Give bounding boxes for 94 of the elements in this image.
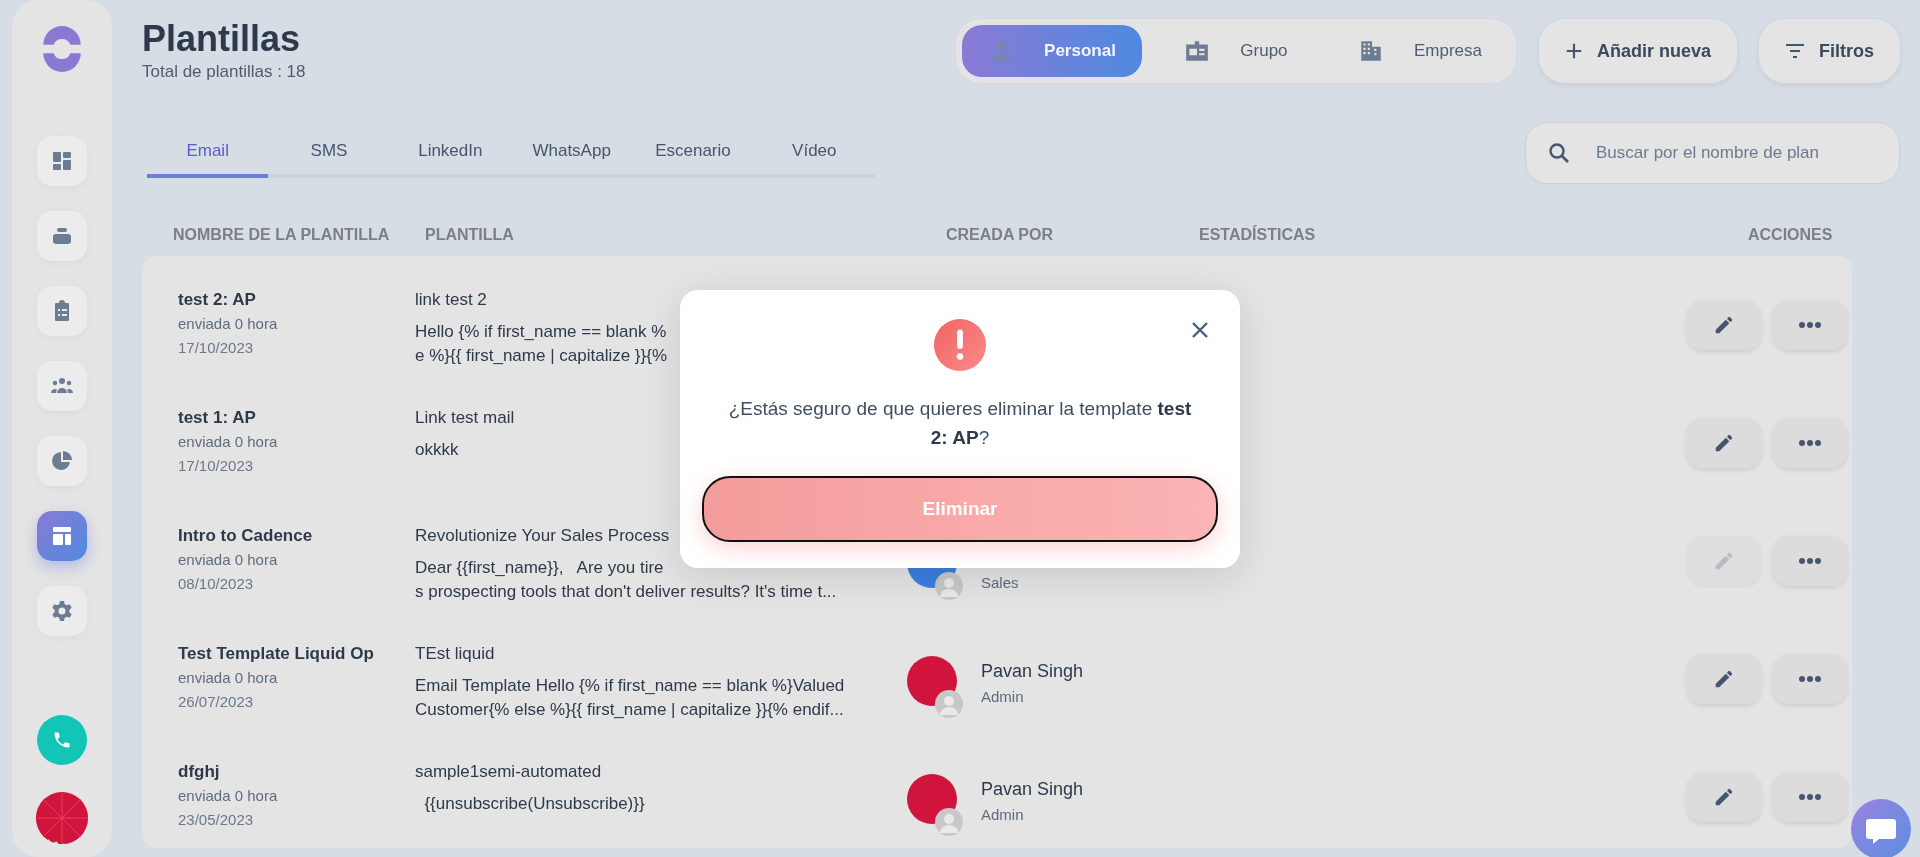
more-button[interactable] <box>1773 418 1847 468</box>
plus-icon <box>1564 42 1583 60</box>
sent-time: enviada 0 hora <box>178 668 279 688</box>
template-body-line: Customer{% else %}{{ first_name | capitalize }}{% endif... <box>415 699 844 721</box>
more-button[interactable] <box>1773 654 1847 704</box>
more-icon <box>1798 675 1822 683</box>
edit-button[interactable] <box>1687 772 1761 822</box>
creator-role: Admin <box>981 687 1025 707</box>
template-date: 23/05/2023 <box>178 810 255 830</box>
template-body-line: Hello {% if first_name == blank % <box>415 321 667 343</box>
search-field[interactable]: Buscar por el nombre de plan <box>1525 122 1900 184</box>
nav-item[interactable] <box>37 211 87 261</box>
warning-icon <box>933 318 987 372</box>
tab[interactable]: Email <box>147 128 269 178</box>
template-icon <box>50 524 74 548</box>
nav-item[interactable] <box>37 586 87 636</box>
sent-time: enviada 0 hora <box>178 314 279 334</box>
pencil-icon <box>1713 550 1735 572</box>
sent-time: enviada 0 hora <box>178 786 279 806</box>
template-name: Intro to Cadence <box>178 525 314 547</box>
filters-button[interactable]: Filtros <box>1759 19 1900 83</box>
template-subject: Link test mail <box>415 407 515 429</box>
more-icon <box>1798 793 1822 801</box>
template-name: test 1: AP <box>178 407 257 429</box>
more-icon <box>1798 557 1822 565</box>
column-header: ESTADÍSTICAS <box>1199 226 1317 245</box>
phone-icon <box>52 730 72 750</box>
sent-time: enviada 0 hora <box>178 550 279 570</box>
nav-item[interactable] <box>37 136 87 186</box>
template-name: test 2: AP <box>178 289 257 311</box>
scope-option[interactable]: Personal <box>961 25 1142 77</box>
column-header: PLANTILLA <box>425 226 515 245</box>
nav-item[interactable] <box>37 511 87 561</box>
column-header: NOMBRE DE LA PLANTILLA <box>172 226 391 245</box>
person-icon <box>935 572 963 600</box>
more-button[interactable] <box>1773 536 1847 586</box>
person-icon <box>935 808 963 836</box>
dashboard-icon <box>50 149 74 173</box>
template-body-line: Dear {{first_name}}, Are you tire <box>415 557 664 579</box>
template-name: Test Template Liquid Op <box>178 643 375 665</box>
template-body-line: s prospecting tools that don't deliver results? It's time t... <box>415 581 837 603</box>
tab[interactable]: SMS <box>268 128 390 178</box>
add-new-button[interactable]: Añadir nueva <box>1538 19 1737 83</box>
filter-icon <box>1785 41 1805 61</box>
creator-role: Sales <box>981 573 1019 593</box>
more-button[interactable] <box>1773 772 1847 822</box>
tab[interactable]: Escenario <box>632 128 754 178</box>
person-icon <box>935 690 963 718</box>
template-body-line: okkkk <box>415 439 459 461</box>
scope-option[interactable]: Grupo <box>1145 25 1326 77</box>
phone-button[interactable] <box>37 715 87 765</box>
confirm-message: ¿Estás seguro de que quieres eliminar la template test 2: AP? <box>727 397 1193 450</box>
scope-option[interactable]: Empresa <box>1329 25 1510 77</box>
template-body-line: Email Template Hello {% if first_name == blank %}Valued <box>415 675 845 697</box>
tab[interactable]: LinkedIn <box>389 128 511 178</box>
creator-name: Pavan Singh <box>981 660 1084 683</box>
template-subject: TEst liquid <box>415 643 495 665</box>
nav-item[interactable] <box>37 361 87 411</box>
column-header: CREADA POR <box>946 226 1054 245</box>
nav-item[interactable] <box>37 436 87 486</box>
creator-role: Admin <box>981 805 1025 825</box>
page-title: Plantillas <box>142 18 302 60</box>
tab[interactable]: WhatsApp <box>511 128 633 178</box>
template-subject: link test 2 <box>415 289 487 311</box>
template-subject: Revolutionize Your Sales Process <box>415 525 670 547</box>
pie-chart-icon <box>50 449 74 473</box>
template-date: 26/07/2023 <box>178 692 255 712</box>
sent-time: enviada 0 hora <box>178 432 279 452</box>
edit-button[interactable] <box>1687 300 1761 350</box>
template-body-line: {{unsubscribe(Unsubscribe)}} <box>423 793 645 815</box>
pencil-icon <box>1713 432 1735 454</box>
settings-icon <box>50 599 74 623</box>
pencil-icon <box>1713 314 1735 336</box>
template-date: 08/10/2023 <box>178 574 255 594</box>
template-date: 17/10/2023 <box>178 456 255 476</box>
more-icon <box>1798 439 1822 447</box>
edit-button[interactable] <box>1687 654 1761 704</box>
id-card-icon <box>1184 38 1211 64</box>
template-body-line: e %}{{ first_name | capitalize }}{% <box>415 345 668 367</box>
template-subject: sample1semi-automated <box>415 761 602 783</box>
more-button[interactable] <box>1773 300 1847 350</box>
tab[interactable]: Vídeo <box>753 128 875 178</box>
nav-item[interactable] <box>37 286 87 336</box>
more-icon <box>1798 321 1822 329</box>
column-header: ACCIONES <box>1748 226 1833 245</box>
close-icon[interactable] <box>1190 320 1210 340</box>
help-button[interactable] <box>1851 799 1911 857</box>
pencil-icon <box>1713 668 1735 690</box>
edit-button[interactable] <box>1687 418 1761 468</box>
template-date: 17/10/2023 <box>178 338 255 358</box>
template-name: dfghj <box>178 761 221 783</box>
template-count: Total de plantillas : 18 <box>142 62 306 82</box>
pencil-icon <box>1713 786 1735 808</box>
creator-name: Pavan Singh <box>981 778 1084 801</box>
